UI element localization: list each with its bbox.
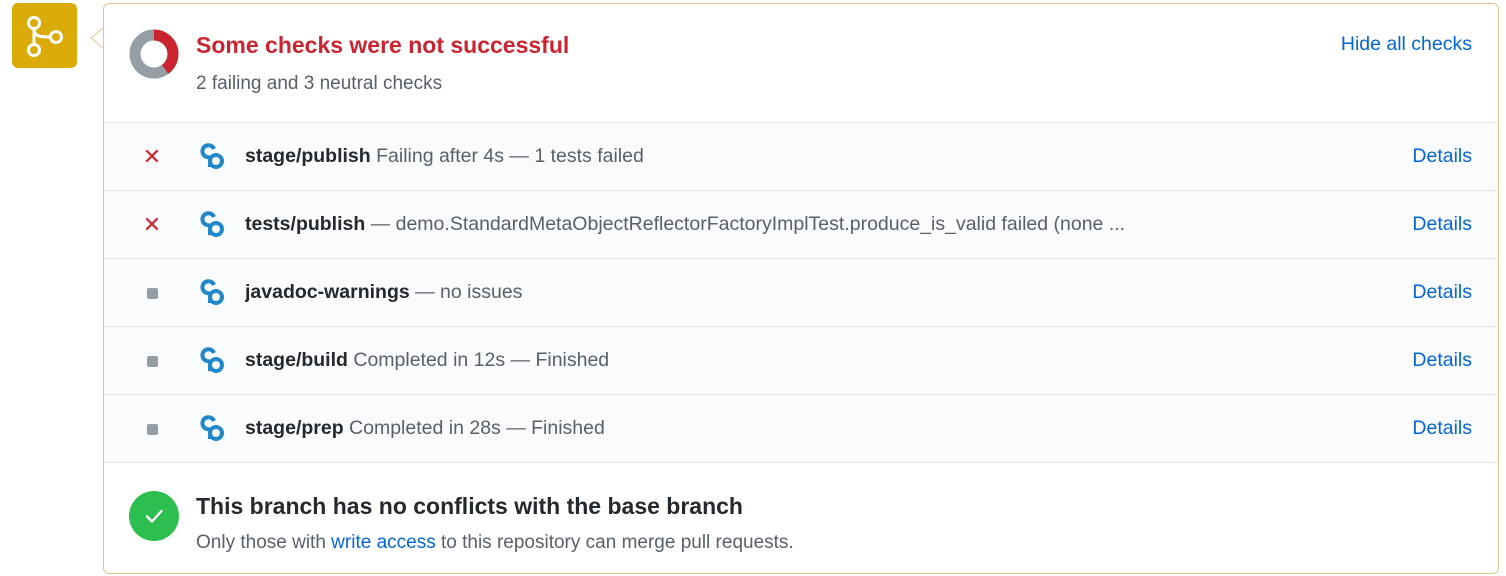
- checks-header: Some checks were not successful 2 failin…: [104, 4, 1498, 123]
- hide-all-checks-link[interactable]: Hide all checks: [1341, 33, 1472, 56]
- check-text: javadoc-warnings — no issues: [245, 281, 522, 304]
- check-text: stage/prep Completed in 28s — Finished: [245, 417, 605, 440]
- x-icon: ✕: [142, 144, 162, 169]
- checks-title: Some checks were not successful: [196, 32, 570, 58]
- details-link[interactable]: Details: [1412, 213, 1472, 236]
- ci-app-logo-icon: [200, 415, 224, 442]
- check-name: javadoc-warnings: [245, 281, 410, 303]
- panel-pointer: [90, 28, 103, 48]
- merge-status-badge: [12, 3, 77, 68]
- ci-app-logo-icon: [200, 279, 224, 306]
- check-text: tests/publish — demo.StandardMetaObjectR…: [245, 213, 1125, 236]
- check-name: tests/publish: [245, 213, 366, 235]
- details-link[interactable]: Details: [1412, 145, 1472, 168]
- check-row-stage-publish: ✕ stage/publish Failing after 4s — 1 tes…: [104, 123, 1498, 191]
- merge-checks-panel: Some checks were not successful 2 failin…: [103, 3, 1499, 574]
- check-description: — demo.StandardMetaObjectReflectorFactor…: [365, 213, 1126, 235]
- check-row-stage-build: stage/build Completed in 12s — Finished …: [104, 327, 1498, 395]
- checks-summary-donut-icon: [129, 29, 179, 79]
- check-row-tests-publish: ✕ tests/publish — demo.StandardMetaObjec…: [104, 191, 1498, 259]
- square-icon: [140, 349, 164, 373]
- ci-app-logo-icon: [200, 143, 224, 170]
- details-link[interactable]: Details: [1412, 349, 1472, 372]
- check-name: stage/prep: [245, 417, 344, 439]
- check-description: Failing after 4s — 1 tests failed: [370, 145, 644, 167]
- merge-sub-prefix: Only those with: [196, 532, 332, 553]
- x-icon: ✕: [142, 212, 162, 237]
- checks-list: ✕ stage/publish Failing after 4s — 1 tes…: [104, 123, 1498, 463]
- check-text: stage/publish Failing after 4s — 1 tests…: [245, 145, 644, 168]
- merge-sub-suffix: to this repository can merge pull reques…: [435, 532, 794, 553]
- git-merge-icon: [26, 15, 63, 57]
- merge-status-title: This branch has no conflicts with the ba…: [196, 493, 743, 519]
- write-access-link[interactable]: write access: [331, 532, 436, 553]
- details-link[interactable]: Details: [1412, 417, 1472, 440]
- check-circle-icon: [129, 491, 179, 541]
- square-icon: [140, 417, 164, 441]
- check-name: stage/publish: [245, 145, 371, 167]
- check-row-stage-prep: stage/prep Completed in 28s — Finished D…: [104, 395, 1498, 463]
- check-row-javadoc-warnings: javadoc-warnings — no issues Details: [104, 259, 1498, 327]
- ci-app-logo-icon: [200, 211, 224, 238]
- check-text: stage/build Completed in 12s — Finished: [245, 349, 609, 372]
- checks-summary: 2 failing and 3 neutral checks: [196, 73, 443, 94]
- check-description: Completed in 12s — Finished: [347, 349, 610, 371]
- checkmark-icon: [145, 509, 163, 523]
- details-link[interactable]: Details: [1412, 281, 1472, 304]
- ci-app-logo-icon: [200, 347, 224, 374]
- check-name: stage/build: [245, 349, 348, 371]
- check-description: — no issues: [409, 281, 523, 303]
- check-description: Completed in 28s — Finished: [343, 417, 605, 439]
- merge-conflict-status: This branch has no conflicts with the ba…: [104, 463, 1498, 573]
- merge-status-subtitle: Only those with write access to this rep…: [196, 532, 794, 554]
- square-icon: [140, 281, 164, 305]
